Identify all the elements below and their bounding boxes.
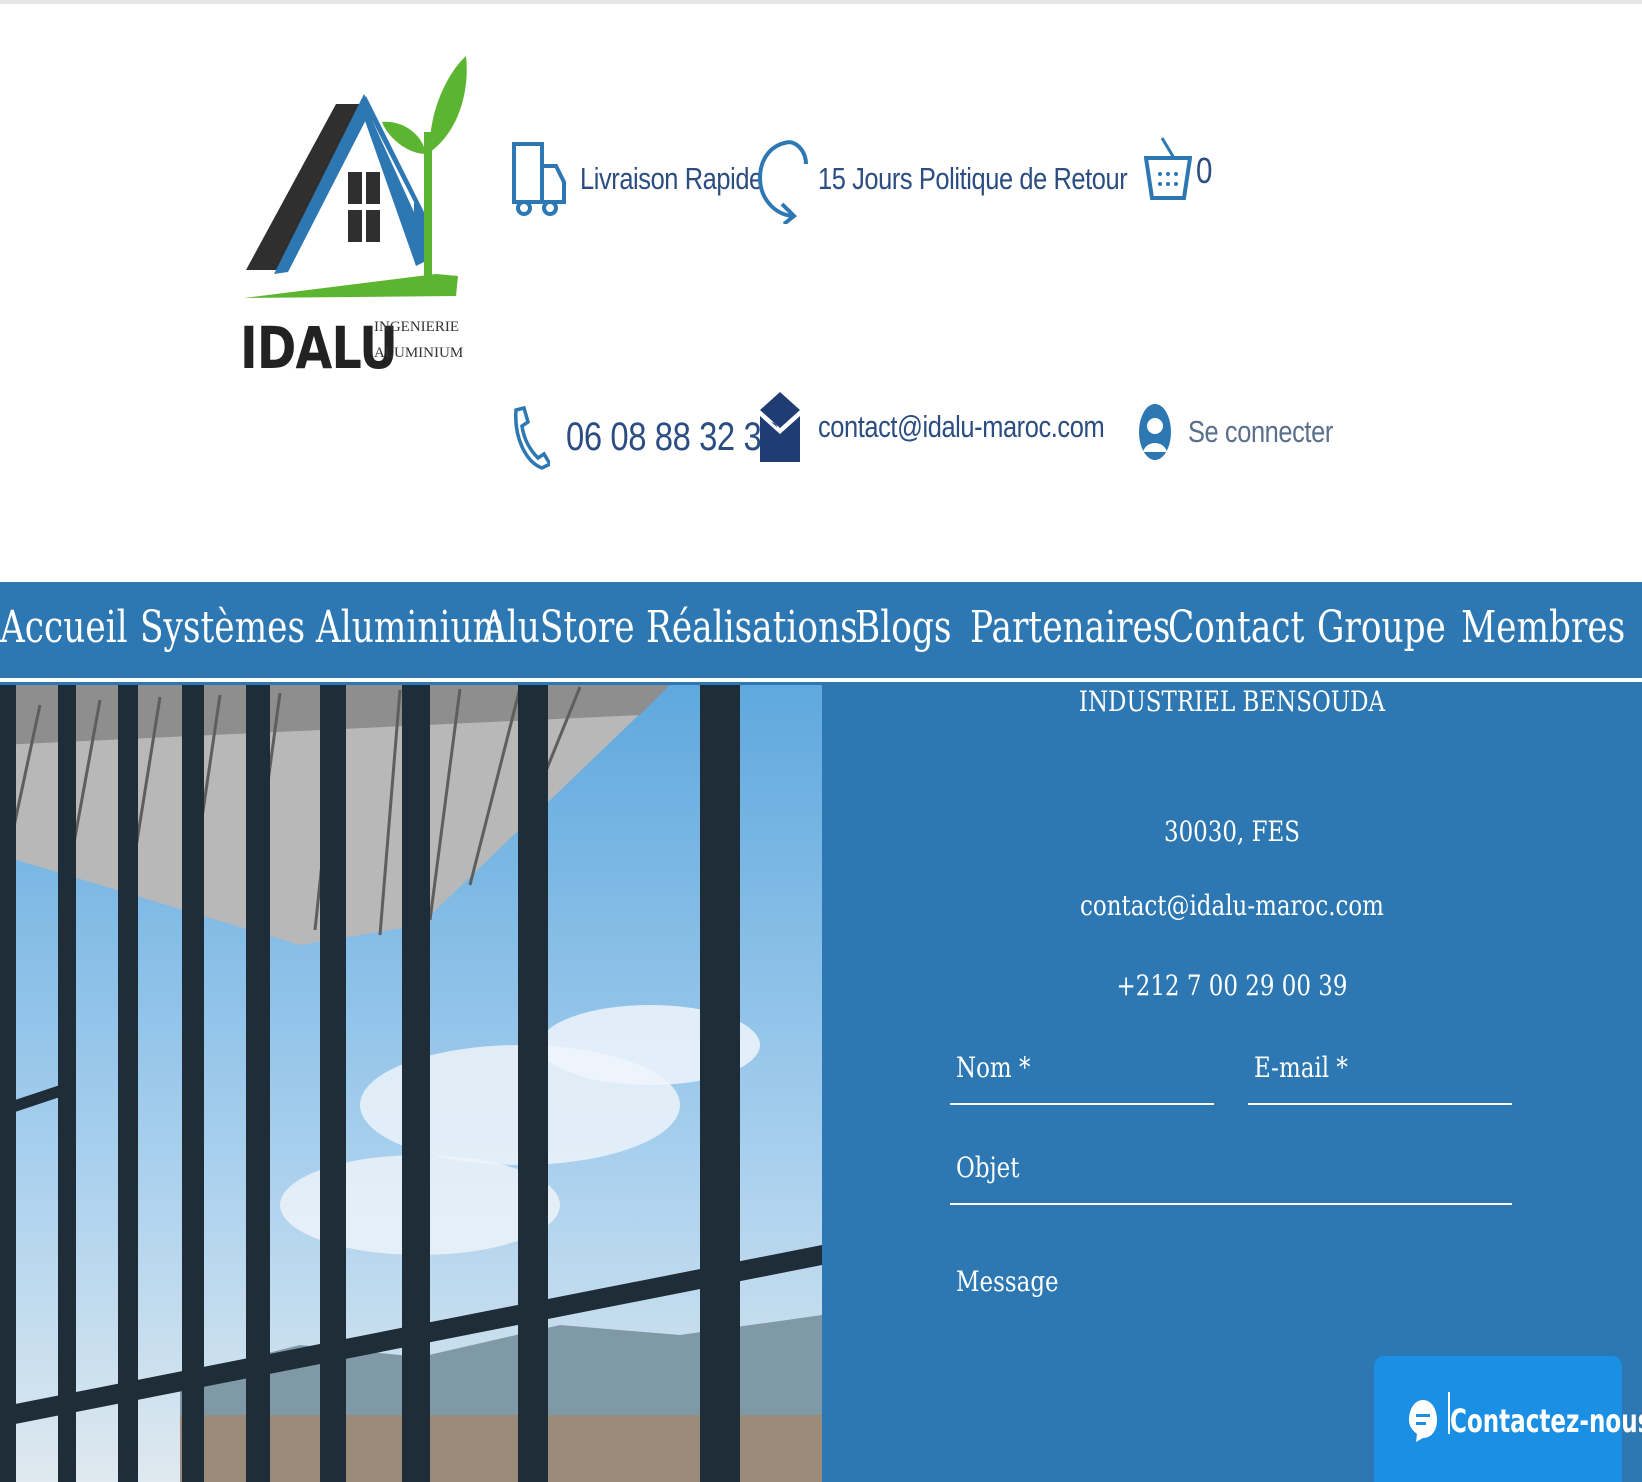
contact-city: 30030, FES	[1163, 815, 1301, 848]
house-logo-icon	[244, 56, 467, 298]
phone-icon	[514, 405, 550, 470]
email-address: contact@idalu-maroc.com	[818, 409, 1105, 444]
name-field[interactable]	[950, 1103, 1214, 1105]
return-arrow-icon	[757, 140, 808, 224]
contact-address: INDUSTRIEL BENSOUDA	[1078, 685, 1386, 718]
envelope-icon	[760, 392, 800, 462]
nav-item-membres[interactable]: Membres	[1461, 602, 1625, 653]
main-navigation: Accueil Systèmes Aluminium AluStore Réal…	[0, 582, 1642, 682]
nav-item-realisations[interactable]: Réalisations	[646, 602, 858, 653]
return-policy-info: 15 Jours Politique de Retour	[756, 134, 1195, 224]
subject-field-label: Objet	[956, 1151, 1020, 1184]
email-field-label: E-mail *	[1254, 1051, 1348, 1084]
login-label: Se connecter	[1188, 414, 1333, 449]
brand-subtitle-line1: INGENIERIE	[374, 319, 459, 335]
truck-icon	[512, 142, 566, 216]
nav-item-alustore[interactable]: AluStore	[482, 602, 635, 653]
text-cursor	[1448, 1392, 1450, 1434]
brand-subtitle: INGENIERIE ALUMINIUM	[374, 314, 463, 366]
nav-item-contact[interactable]: Contact	[1168, 602, 1304, 653]
top-divider	[0, 0, 1642, 4]
delivery-label: Livraison Rapide	[580, 161, 763, 196]
nav-item-groupe[interactable]: Groupe	[1317, 602, 1446, 653]
contact-phone[interactable]: +212 7 00 29 00 39	[896, 969, 1568, 1002]
cart-button[interactable]: 0	[1144, 136, 1216, 206]
subject-field[interactable]	[950, 1203, 1512, 1205]
nav-item-partenaires[interactable]: Partenaires	[970, 602, 1170, 653]
email-field[interactable]	[1248, 1103, 1512, 1105]
name-field-label: Nom *	[956, 1051, 1031, 1084]
brand-logo[interactable]: IDALU INGENIERIE ALUMINIUM	[238, 52, 470, 382]
chat-label: Contactez-nous	[1450, 1402, 1642, 1440]
chat-contact-button[interactable]: Contactez-nous	[1374, 1356, 1642, 1482]
login-button[interactable]: Se connecter	[1138, 402, 1365, 462]
message-field-label[interactable]: Message	[956, 1265, 1059, 1298]
hero-image	[0, 685, 822, 1482]
cart-count: 0	[1196, 150, 1213, 191]
nav-item-blogs[interactable]: Blogs	[855, 602, 951, 653]
shopping-basket-icon	[1144, 137, 1192, 200]
email-info[interactable]: contact@idalu-maroc.com	[760, 390, 1167, 464]
user-avatar-icon	[1139, 404, 1171, 460]
brand-subtitle-line2: ALUMINIUM	[374, 345, 464, 361]
return-policy-label: 15 Jours Politique de Retour	[818, 161, 1128, 196]
glass-facade-image	[0, 685, 822, 1482]
nav-item-systemes-aluminium[interactable]: Systèmes Aluminium	[140, 602, 505, 653]
contact-email[interactable]: contact@idalu-maroc.com	[896, 889, 1568, 922]
chat-bubble-icon	[1409, 1400, 1437, 1442]
nav-item-accueil[interactable]: Accueil	[0, 602, 128, 653]
phone-number: 06 08 88 32 33	[566, 414, 780, 459]
